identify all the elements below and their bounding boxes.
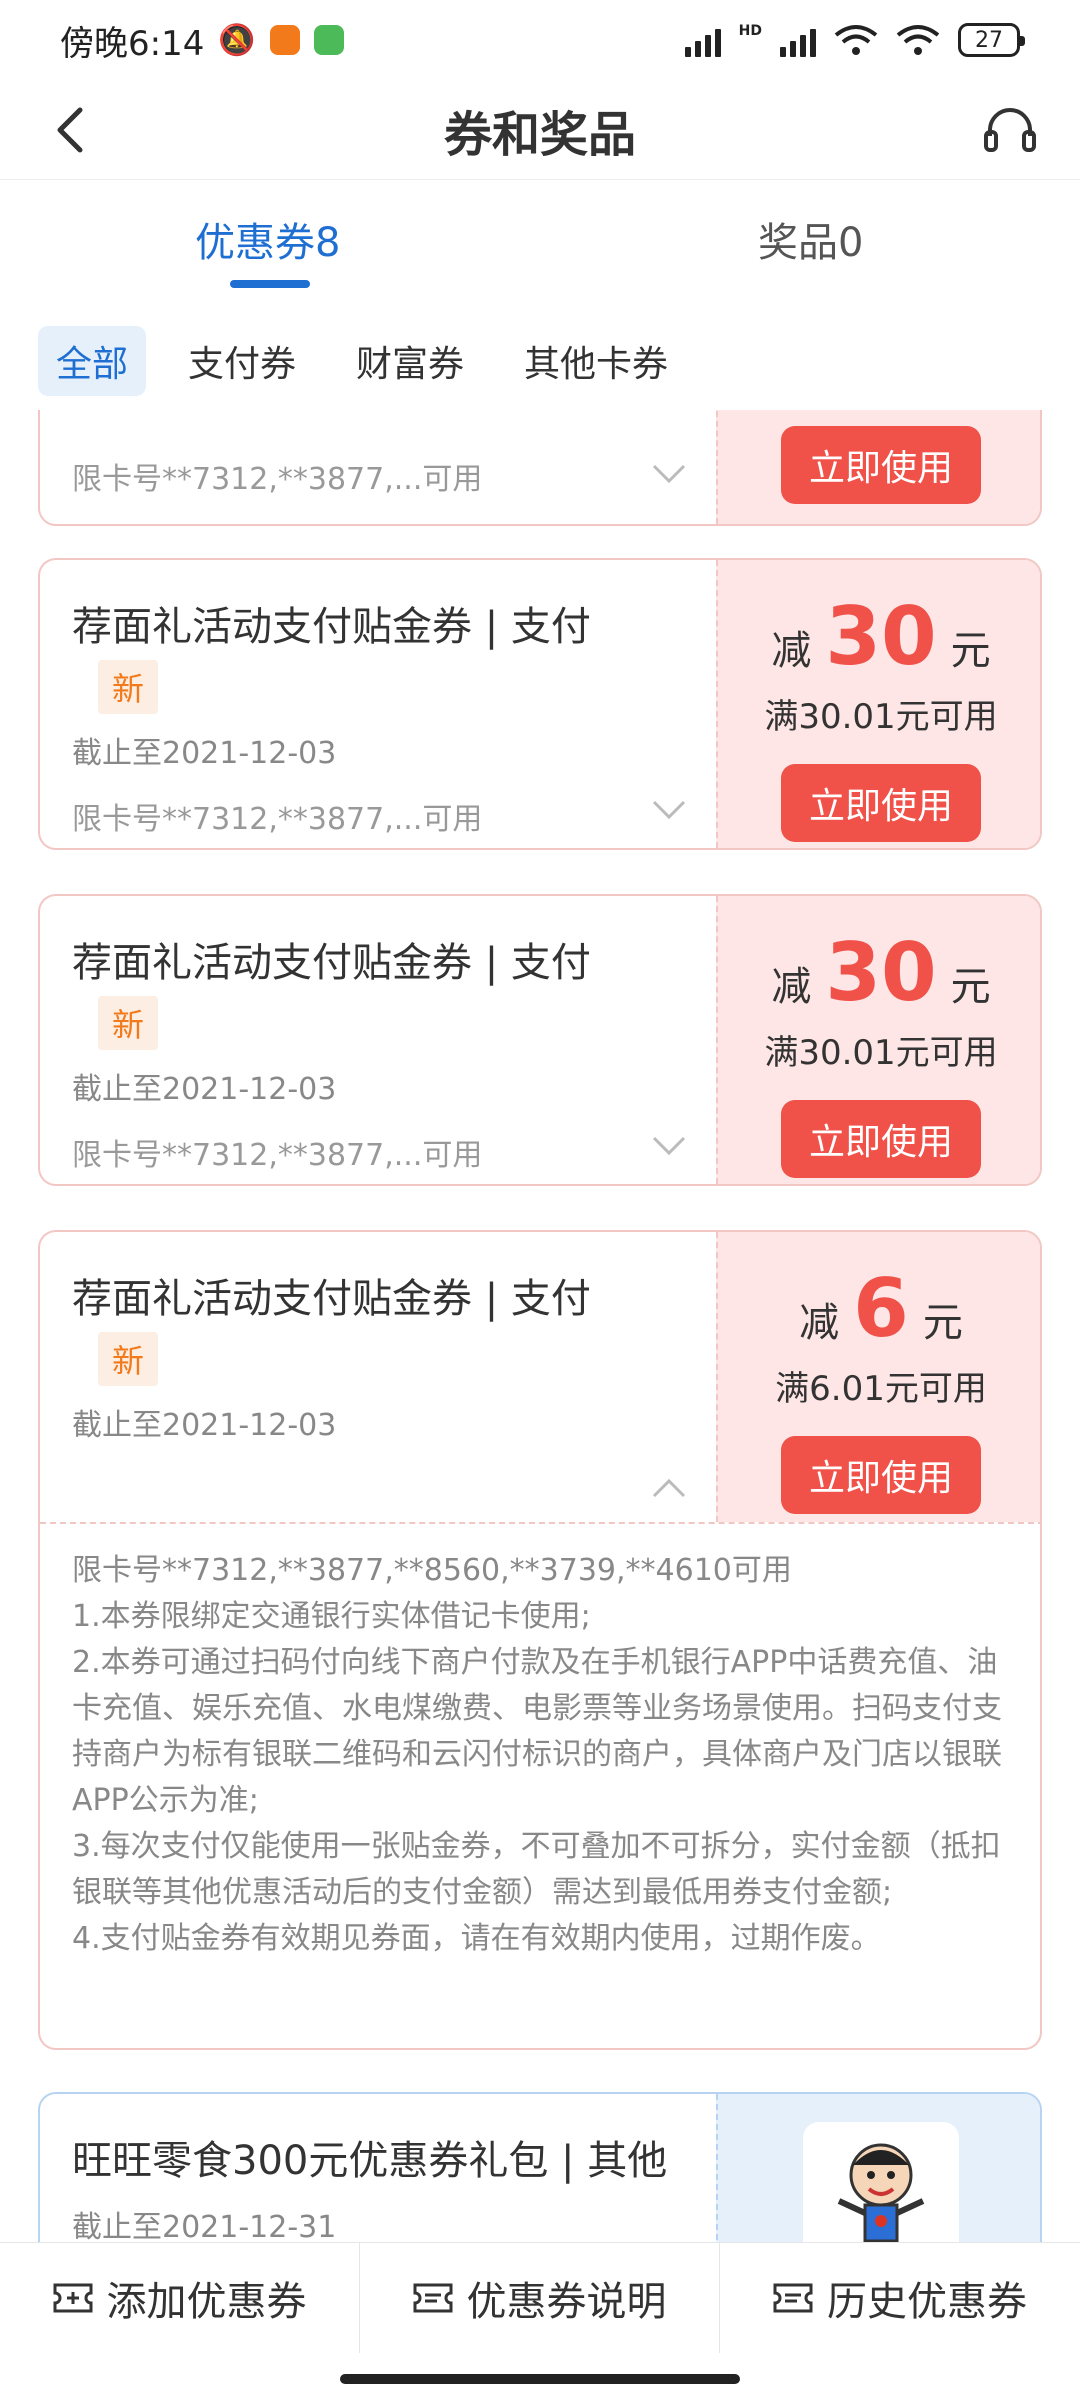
filter-chips: 全部 支付券 财富券 其他卡券	[38, 326, 686, 396]
back-arrow-icon[interactable]	[44, 102, 100, 158]
filter-wealth[interactable]: 财富券	[338, 326, 482, 396]
signal-icon	[684, 23, 721, 57]
amount-prefix: 减	[771, 628, 812, 674]
tab-coupons[interactable]: 优惠券8	[195, 210, 340, 268]
coupon-list[interactable]: 限卡号**7312,**3877,...可用 立即使用 荐面礼活动支付贴金券 |…	[0, 410, 1080, 2242]
details-line: 4.支付贴金券有效期见券面，请在有效期内使用，过期作废。	[72, 1921, 881, 1956]
signal-icon	[780, 23, 816, 57]
status-time: 傍晚6:14	[60, 23, 205, 64]
wangwang-logo	[803, 2122, 959, 2242]
add-coupon-label: 添加优惠券	[106, 2279, 307, 2325]
filter-payment[interactable]: 支付券	[170, 326, 314, 396]
coupon-title: 旺旺零食300元优惠券礼包 | 其他	[72, 2138, 668, 2184]
tab-bar: 优惠券8 奖品0	[0, 180, 1080, 300]
new-badge: 新	[98, 996, 159, 1050]
usage-condition: 满30.01元可用	[764, 1033, 998, 1073]
use-now-button[interactable]: 立即使用	[781, 1436, 981, 1514]
coupon-details: 限卡号**7312,**3877,**8560,**3739,**4610可用 …	[40, 1522, 1040, 1956]
home-indicator[interactable]	[340, 2374, 740, 2384]
coupon-card-expanded: 荐面礼活动支付贴金券 | 支付 新 截止至2021-12-03 减 6 元 满6…	[38, 1230, 1042, 2050]
page-title: 券和奖品	[443, 106, 636, 163]
coupon-expiry: 截止至2021-12-03	[72, 1408, 337, 1443]
filter-all[interactable]: 全部	[38, 326, 147, 396]
details-line: 限卡号**7312,**3877,**8560,**3739,**4610可用	[72, 1553, 792, 1588]
history-coupons-button[interactable]: 历史优惠券	[720, 2243, 1080, 2353]
customer-service-icon[interactable]	[980, 102, 1040, 162]
amount-value: 30	[825, 926, 937, 1019]
details-line: 1.本券限绑定交通银行实体借记卡使用;	[72, 1599, 591, 1634]
coupon-title: 荐面礼活动支付贴金券 | 支付	[72, 940, 591, 986]
coupon-expiry: 截止至2021-12-03	[72, 1072, 337, 1107]
chevron-up-icon[interactable]	[652, 1478, 686, 1498]
history-coupons-label: 历史优惠券	[827, 2279, 1027, 2325]
hd-label: HD	[738, 23, 762, 39]
ticket-history-icon	[773, 2283, 813, 2313]
app-header: 券和奖品	[0, 80, 1080, 180]
amount-prefix: 减	[771, 964, 812, 1010]
amount-value: 30	[825, 590, 937, 683]
amount-unit: 元	[950, 964, 991, 1010]
status-bar: 傍晚6:14 🔕 HD 27	[0, 0, 1080, 80]
details-line: 2.本券可通过扫码付向线下商户付款及在手机银行APP中话费充值、油卡充值、娱乐充…	[72, 1645, 1002, 1818]
app-notification-icon	[269, 25, 300, 55]
amount-unit: 元	[922, 1300, 963, 1346]
coupon-card: 旺旺零食300元优惠券礼包 | 其他 截止至2021-12-31	[38, 2092, 1042, 2242]
coupon-title: 荐面礼活动支付贴金券 | 支付	[72, 1276, 591, 1322]
usage-condition: 满6.01元可用	[775, 1369, 987, 1409]
new-badge: 新	[98, 1332, 159, 1386]
chevron-down-icon[interactable]	[652, 1136, 686, 1156]
coupon-card: 限卡号**7312,**3877,...可用 立即使用	[38, 410, 1042, 526]
app-notification-icon	[313, 25, 344, 55]
wangwang-mascot-icon	[837, 2143, 925, 2242]
chevron-down-icon[interactable]	[652, 800, 686, 820]
coupon-title: 荐面礼活动支付贴金券 | 支付	[72, 604, 591, 650]
battery-indicator: 27	[958, 23, 1025, 57]
add-coupon-button[interactable]: 添加优惠券	[0, 2243, 360, 2353]
tab-prizes[interactable]: 奖品0	[758, 210, 863, 268]
coupon-card: 荐面礼活动支付贴金券 | 支付 新 截止至2021-12-03 限卡号**731…	[38, 558, 1042, 850]
coupon-card: 荐面礼活动支付贴金券 | 支付 新 截止至2021-12-03 限卡号**731…	[38, 894, 1042, 1186]
coupon-card-restriction: 限卡号**7312,**3877,...可用	[72, 802, 483, 837]
ticket-info-icon	[413, 2283, 452, 2313]
amount-value: 6	[853, 1262, 909, 1355]
amount-prefix: 减	[799, 1300, 840, 1346]
wifi-icon	[834, 25, 878, 55]
mute-icon: 🔕	[218, 22, 256, 58]
amount-unit: 元	[950, 628, 991, 674]
new-badge: 新	[98, 660, 159, 714]
add-ticket-icon	[53, 2283, 92, 2313]
wifi-icon	[896, 25, 940, 55]
use-now-button[interactable]: 立即使用	[781, 1100, 981, 1178]
usage-condition: 满30.01元可用	[764, 697, 998, 737]
chevron-down-icon[interactable]	[652, 464, 686, 484]
details-line: 3.每次支付仅能使用一张贴金券，不可叠加不可拆分，实付金额（抵扣银联等其他优惠活…	[72, 1829, 1001, 1910]
filter-other-cards[interactable]: 其他卡券	[506, 326, 686, 396]
coupon-info-label: 优惠券说明	[466, 2279, 667, 2325]
use-now-button[interactable]: 立即使用	[781, 426, 981, 504]
coupon-card-restriction: 限卡号**7312,**3877,...可用	[72, 462, 483, 497]
coupon-info-button[interactable]: 优惠券说明	[360, 2243, 720, 2353]
coupon-expiry: 截止至2021-12-31	[72, 2210, 337, 2242]
active-tab-indicator	[230, 280, 310, 288]
coupon-card-restriction: 限卡号**7312,**3877,...可用	[72, 1138, 483, 1173]
coupon-expiry: 截止至2021-12-03	[72, 736, 337, 771]
use-now-button[interactable]: 立即使用	[781, 764, 981, 842]
